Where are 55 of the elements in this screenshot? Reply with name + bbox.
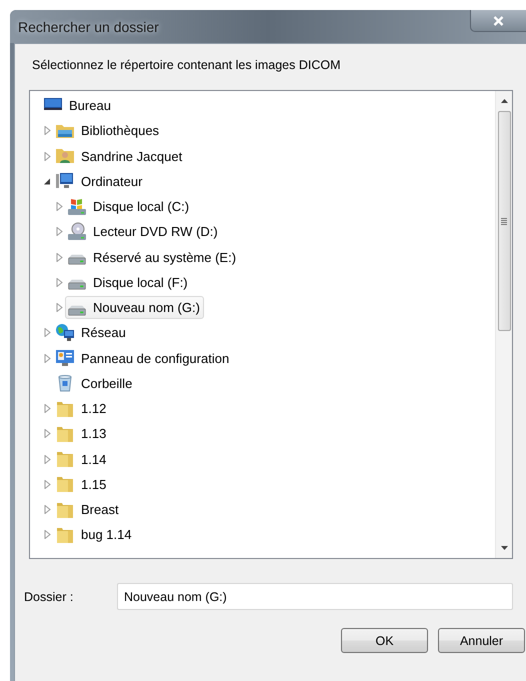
expand-arrow-icon[interactable] (44, 505, 51, 514)
drive-icon (68, 304, 86, 316)
tree-item[interactable]: Sandrine Jacquet (53, 144, 186, 168)
vertical-scrollbar[interactable] (495, 91, 512, 558)
system-drive-icon (67, 196, 87, 217)
tree-item[interactable]: Lecteur DVD RW (D:) (65, 220, 222, 244)
tree-item[interactable]: Ordinateur (53, 170, 146, 193)
tree-item[interactable]: Panneau de configuration (53, 346, 234, 370)
tree-item[interactable]: Bibliothèques (53, 119, 164, 142)
expand-arrow-icon[interactable] (44, 126, 51, 136)
drive-icon (68, 279, 86, 290)
drive-icon (68, 254, 86, 266)
tree-item[interactable]: bug 1.14 (53, 523, 136, 546)
scroll-down-icon[interactable] (500, 546, 508, 550)
expand-arrow-icon[interactable] (56, 278, 63, 287)
tree-item[interactable]: Corbeille (53, 372, 136, 395)
tree-item[interactable]: Nouveau nom (G:) (65, 296, 204, 320)
scroll-up-icon[interactable] (500, 99, 508, 103)
folder-field[interactable]: Nouveau nom (G:) (117, 583, 513, 610)
expand-arrow-icon[interactable] (44, 480, 51, 489)
collapse-arrow-icon[interactable] (44, 176, 51, 186)
network-icon (55, 322, 75, 343)
expand-arrow-icon[interactable] (44, 152, 51, 161)
tree-item[interactable]: 1.15 (53, 472, 110, 496)
window-title: Rechercher un dossier (18, 18, 159, 34)
expand-arrow-icon[interactable] (44, 454, 51, 464)
dialog-button[interactable]: OK (341, 628, 428, 653)
expand-arrow-icon[interactable] (56, 303, 63, 312)
control-panel-icon (55, 348, 75, 368)
tree-item[interactable]: Disque local (F:) (65, 270, 192, 294)
expand-arrow-icon[interactable] (56, 202, 63, 212)
expand-arrow-icon[interactable] (44, 328, 51, 338)
folder-label: Dossier : (24, 590, 74, 604)
tree-item[interactable]: Bureau (41, 94, 115, 118)
tree-item[interactable]: 1.13 (53, 422, 110, 446)
expand-arrow-icon[interactable] (56, 227, 63, 236)
tree-item[interactable]: 1.12 (53, 397, 110, 420)
dvd-drive-icon (67, 222, 87, 242)
expand-arrow-icon[interactable] (56, 252, 63, 262)
folder-icon (55, 474, 75, 494)
expand-arrow-icon[interactable] (44, 530, 51, 540)
dialog-button[interactable]: Annuler (438, 628, 525, 653)
expand-arrow-icon[interactable] (44, 404, 51, 414)
tree-item[interactable]: Breast (53, 498, 123, 522)
tree-item[interactable]: Réseau (53, 321, 130, 344)
expand-arrow-icon[interactable] (44, 354, 51, 363)
close-icon (493, 16, 504, 26)
tree-item[interactable]: Réservé au système (E:) (65, 246, 240, 269)
instruction-text: Sélectionnez le répertoire contenant les images DICOM (32, 58, 340, 72)
folder-icon (55, 449, 75, 470)
tree-item[interactable]: Disque local (C:) (65, 195, 194, 218)
grip-icon (501, 218, 507, 224)
expand-arrow-icon[interactable] (44, 429, 51, 438)
close-button[interactable] (470, 10, 526, 32)
tree-item[interactable]: 1.14 (53, 448, 110, 471)
